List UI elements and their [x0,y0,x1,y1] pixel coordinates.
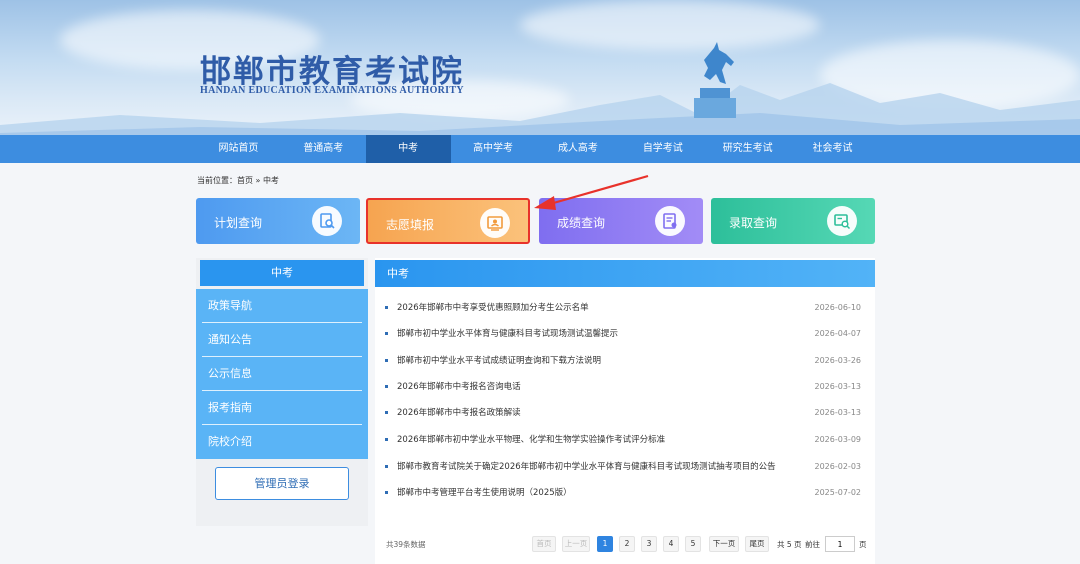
panel-title: 中考 [375,260,875,287]
pagination: 共39条数据 首页 上一页 1 2 3 4 5 下一页 尾页 共 5 页 前往 … [375,536,875,554]
article-title-link[interactable]: 邯郸市中考管理平台考生使用说明（2025版） [397,485,572,501]
bullet-icon [385,411,388,414]
article-row[interactable]: 2026年邯郸市中考报名咨询电话 2026-03-13 [383,379,861,395]
nav-item[interactable]: 普通高考 [281,135,366,163]
article-date: 2026-02-03 [814,462,862,471]
main-nav: 网站首页 普通高考 中考 高中学考 成人高考 自学考试 研究生考试 社会考试 [0,135,1080,163]
article-title-link[interactable]: 邯郸市初中学业水平体育与健康科目考试现场测试温馨提示 [397,326,618,342]
horse-statue-icon [694,42,736,118]
bullet-icon [385,438,388,441]
search-doc-icon [312,206,342,236]
sidebar-item-label: 报考指南 [208,401,252,414]
article-panel: 中考 2026年邯郸市中考享受优惠照顾加分考生公示名单 2026-06-10 邯郸市… [375,258,875,564]
tile-label: 计划查询 [214,216,263,230]
sidebar-menu: 政策导航 通知公告 公示信息 报考指南 院校介绍 [196,289,368,459]
profile-card-icon [480,208,510,238]
admission-search-icon [827,206,857,236]
tile-admission-query[interactable]: 录取查询 [711,198,875,244]
sidebar-item-public-info[interactable]: 公示信息 [196,357,368,391]
sidebar-item-label: 通知公告 [208,333,252,346]
page-3-button[interactable]: 3 [641,536,657,552]
sidebar-title: 中考 [200,260,364,286]
page-5-button[interactable]: 5 [685,536,701,552]
article-title-link[interactable]: 2026年邯郸市中考享受优惠照顾加分考生公示名单 [397,300,589,316]
sidebar-item-label: 公示信息 [208,367,252,380]
article-title-link[interactable]: 2026年邯郸市中考报名政策解读 [397,405,521,421]
site-logo-subtitle: HANDAN EDUCATION EXAMINATIONS AUTHORITY [200,85,464,96]
total-count: 共39条数据 [386,540,426,549]
nav-item[interactable]: 研究生考试 [705,135,790,163]
nav-item[interactable]: 成人高考 [536,135,621,163]
sidebar-item-label: 院校介绍 [208,435,252,448]
nav-item[interactable]: 高中学考 [451,135,536,163]
article-row[interactable]: 2026年邯郸市中考享受优惠照顾加分考生公示名单 2026-06-10 [383,300,861,316]
article-title-link[interactable]: 邯郸市初中学业水平考试成绩证明查询和下载方法说明 [397,353,601,369]
article-date: 2026-06-10 [814,303,862,312]
article-title-link[interactable]: 2026年邯郸市中考报名咨询电话 [397,379,521,395]
total-pages: 共 5 页 [777,540,802,549]
nav-item[interactable]: 自学考试 [620,135,705,163]
breadcrumb-prefix: 当前位置： [197,176,237,185]
article-row[interactable]: 邯郸市初中学业水平体育与健康科目考试现场测试温馨提示 2026-04-07 [383,326,861,342]
bullet-icon [385,491,388,494]
page-2-button[interactable]: 2 [619,536,635,552]
header-banner: 邯郸市教育考试院 HANDAN EDUCATION EXAMINATIONS A… [0,0,1080,135]
admin-login-button[interactable]: 管理员登录 [215,467,349,500]
prev-page-button[interactable]: 上一页 [562,536,590,552]
article-date: 2026-03-13 [814,382,862,391]
article-date: 2026-03-26 [814,356,862,365]
page-4-button[interactable]: 4 [663,536,679,552]
article-date: 2026-04-07 [814,329,862,338]
breadcrumb-home[interactable]: 首页 [237,176,253,185]
cloud-decoration [520,0,820,50]
nav-item[interactable]: 中考 [365,135,451,163]
main-nav-items: 网站首页 普通高考 中考 高中学考 成人高考 自学考试 研究生考试 社会考试 [196,135,875,163]
article-row[interactable]: 邯郸市初中学业水平考试成绩证明查询和下载方法说明 2026-03-26 [383,353,861,369]
sidebar: 中考 政策导航 通知公告 公示信息 报考指南 院校介绍 管理员登录 [196,258,368,526]
page-unit-label: 页 [859,540,867,549]
breadcrumb: 当前位置：首页 » 中考 [197,175,279,186]
article-date: 2026-03-09 [814,435,862,444]
goto-page-input[interactable] [825,536,855,552]
article-row[interactable]: 邯郸市中考管理平台考生使用说明（2025版） 2025-07-02 [383,485,861,501]
sidebar-item-schools[interactable]: 院校介绍 [196,425,368,459]
mountains-decoration [0,83,1080,135]
article-title-link[interactable]: 2026年邯郸市初中学业水平物理、化学和生物学实验操作考试评分标准 [397,432,665,448]
first-page-button[interactable]: 首页 [532,536,556,552]
next-page-button[interactable]: 下一页 [709,536,739,552]
page-1-button[interactable]: 1 [597,536,613,552]
nav-item[interactable]: 网站首页 [196,135,281,163]
tile-application-fill[interactable]: 志愿填报 [366,198,530,244]
sidebar-item-notices[interactable]: 通知公告 [196,323,368,357]
bullet-icon [385,385,388,388]
tile-plan-query[interactable]: 计划查询 [196,198,360,244]
bullet-icon [385,359,388,362]
sidebar-item-guide[interactable]: 报考指南 [196,391,368,425]
annotation-arrow-icon [534,174,649,210]
tile-label: 志愿填报 [386,218,435,232]
sidebar-item-policy[interactable]: 政策导航 [196,289,368,323]
article-title-link[interactable]: 邯郸市教育考试院关于确定2026年邯郸市初中学业水平体育与健康科目考试现场测试抽… [397,459,776,475]
article-date: 2026-03-13 [814,408,862,417]
bullet-icon [385,332,388,335]
article-row[interactable]: 2026年邯郸市初中学业水平物理、化学和生物学实验操作考试评分标准 2026-03… [383,432,861,448]
bullet-icon [385,306,388,309]
breadcrumb-current: 中考 [262,176,279,185]
breadcrumb-sep: » [253,176,263,185]
sidebar-item-label: 政策导航 [208,299,252,312]
goto-label: 前往 [805,540,820,549]
article-row[interactable]: 2026年邯郸市中考报名政策解读 2026-03-13 [383,405,861,421]
article-date: 2025-07-02 [814,488,862,497]
last-page-button[interactable]: 尾页 [745,536,769,552]
article-row[interactable]: 邯郸市教育考试院关于确定2026年邯郸市初中学业水平体育与健康科目考试现场测试抽… [383,459,861,475]
tile-label: 录取查询 [729,216,778,230]
nav-item[interactable]: 社会考试 [790,135,875,163]
bullet-icon [385,465,388,468]
